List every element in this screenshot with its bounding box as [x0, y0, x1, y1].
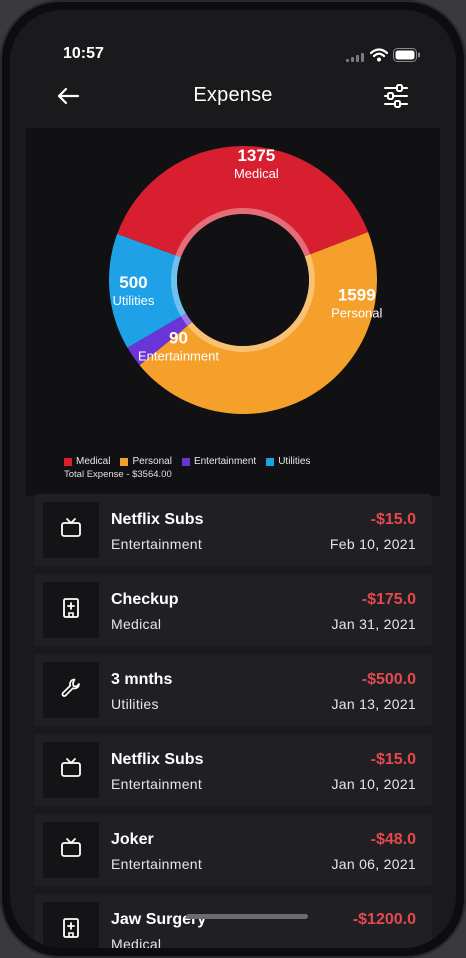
- transaction-name: 3 mnths: [111, 671, 173, 688]
- legend-label: Medical: [76, 456, 111, 467]
- legend-label: Utilities: [278, 456, 311, 467]
- transaction-icon-box: [43, 742, 99, 798]
- data-label-category-medical: Medical: [234, 166, 279, 181]
- transaction-date: Feb 10, 2021: [329, 536, 416, 552]
- data-label-category-personal: Personal: [331, 306, 382, 321]
- transaction-amount: -$1200.0: [352, 911, 416, 928]
- filter-button[interactable]: [382, 82, 410, 110]
- transaction-category: Entertainment: [111, 776, 203, 792]
- transaction-name: Netflix Subs: [111, 511, 204, 528]
- legend-item-medical: Medical: [64, 456, 110, 467]
- transaction-amount: -$15.0: [370, 751, 416, 768]
- expense-donut-chart: 1375Medical 1599Personal 500Utilities 90Ent…: [109, 146, 383, 414]
- tv-icon: [60, 837, 82, 864]
- transaction-item[interactable]: Checkup Medical -$175.0 Jan 31, 2021: [34, 574, 432, 646]
- data-label-value-personal: 1599: [338, 286, 376, 305]
- transaction-date: Jan 31, 2021: [331, 616, 416, 632]
- tv-icon: [60, 757, 82, 784]
- transaction-item[interactable]: 3 mnths Utilities -$500.0 Jan 13, 2021: [34, 654, 432, 726]
- transaction-icon-box: [43, 582, 99, 638]
- legend-swatch: [266, 457, 275, 466]
- transaction-date: Jan 06, 2021: [331, 856, 416, 872]
- status-time: 10:57: [63, 45, 104, 62]
- legend-swatch: [120, 457, 129, 466]
- legend-item-personal: Personal: [120, 456, 172, 467]
- total-expense: Total Expense - $3564.00: [64, 469, 172, 480]
- cellular-signal-icon: [346, 53, 364, 62]
- legend-item-utilities: Utilities: [266, 456, 310, 467]
- chart-legend: Medical Personal Entertainment Utilities To…: [64, 456, 310, 480]
- transaction-item[interactable]: Joker Entertainment -$48.0 Jan 06, 2021: [34, 814, 432, 886]
- transaction-name: Checkup: [111, 591, 179, 608]
- transaction-amount: -$48.0: [370, 831, 416, 848]
- transaction-category: Entertainment: [111, 536, 203, 552]
- transaction-amount: -$500.0: [361, 671, 416, 688]
- donut-hole: [177, 214, 309, 346]
- transaction-item[interactable]: Netflix Subs Entertainment -$15.0 Jan 10, 2…: [34, 734, 432, 806]
- transaction-icon-box: [43, 902, 99, 948]
- wifi-icon: [370, 48, 388, 62]
- legend-swatch: [181, 457, 190, 466]
- transaction-date: Jan 13, 2021: [331, 696, 416, 712]
- data-label-value-medical: 1375: [237, 146, 275, 165]
- transaction-name: Joker: [111, 831, 154, 848]
- transaction-icon-box: [43, 822, 99, 878]
- transaction-icon-box: [43, 662, 99, 718]
- transaction-category: Entertainment: [111, 856, 203, 872]
- data-label-category-utilities: Utilities: [112, 293, 154, 308]
- app-screen: 10:57 Expense 1375 Medical 1599 Personal…: [10, 10, 456, 948]
- status-bar: 10:57: [10, 44, 456, 68]
- battery-icon: [393, 48, 420, 62]
- data-label-category-entertainment: Entertainment: [138, 349, 219, 364]
- transaction-item[interactable]: Netflix Subs Entertainment -$15.0 Feb 10, 2…: [34, 494, 432, 566]
- transaction-icon-box: [43, 502, 99, 558]
- hospital-icon: [60, 917, 82, 944]
- tv-icon: [60, 517, 82, 544]
- hospital-icon: [60, 597, 82, 624]
- wrench-icon: [60, 677, 82, 704]
- transaction-date: Jan 10, 2021: [331, 776, 416, 792]
- transaction-name: Netflix Subs: [111, 751, 204, 768]
- data-label-value-utilities: 500: [119, 273, 147, 292]
- app-header: Expense: [10, 76, 456, 116]
- transaction-amount: -$15.0: [370, 511, 416, 528]
- legend-item-entertainment: Entertainment: [181, 456, 257, 467]
- home-indicator: [186, 914, 308, 919]
- legend-label: Personal: [132, 456, 172, 467]
- legend-label: Entertainment: [193, 456, 257, 467]
- transaction-category: Utilities: [111, 696, 159, 712]
- transaction-item[interactable]: Jaw Surgery Medical -$1200.0: [34, 894, 432, 948]
- legend-swatch: [64, 457, 72, 466]
- legend-row: Medical Personal Entertainment Utilities: [64, 456, 310, 467]
- sliders-icon: [384, 84, 408, 108]
- data-label-value-entertainment: 90: [169, 329, 188, 348]
- expense-chart-panel: 1375 Medical 1599 Personal 500 Utilities 90 Ent…: [26, 128, 440, 496]
- phone-frame: 10:57 Expense 1375 Medical 1599 Personal…: [0, 0, 466, 958]
- transaction-category: Medical: [111, 936, 162, 948]
- transaction-category: Medical: [111, 616, 162, 632]
- transaction-amount: -$175.0: [361, 591, 416, 608]
